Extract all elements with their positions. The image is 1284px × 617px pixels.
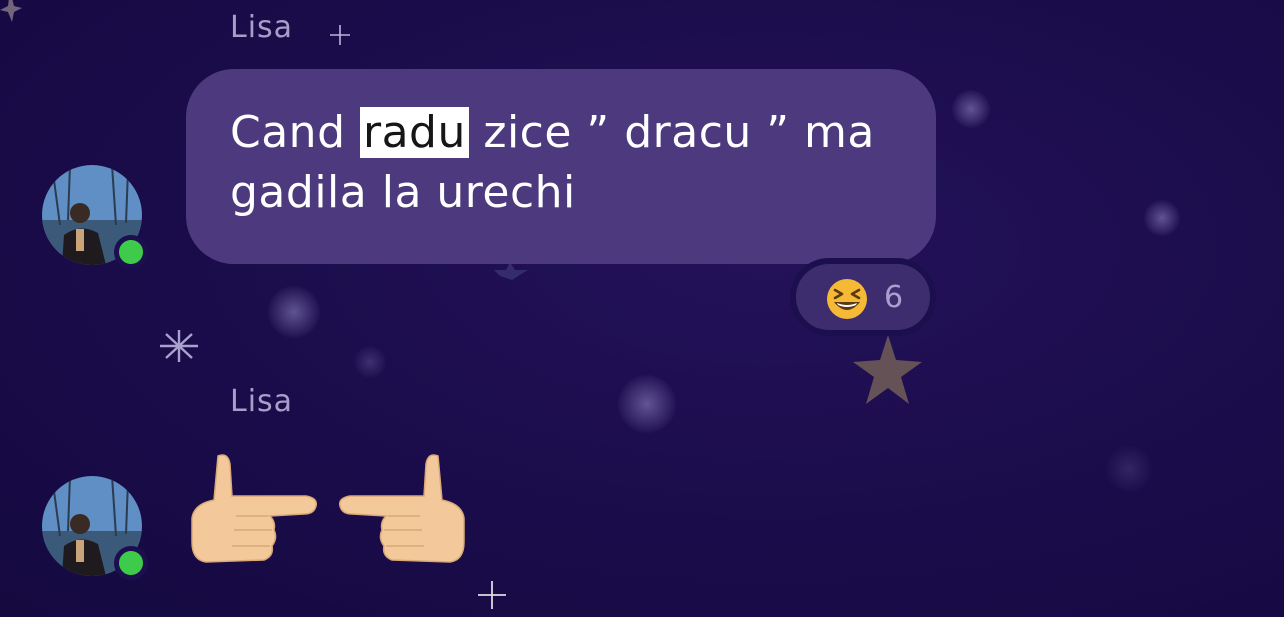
message-bubble[interactable]: Cand radu zice ” dracu ” ma gadila la ur… <box>186 69 936 264</box>
glow-decoration <box>1144 200 1180 236</box>
avatar[interactable] <box>42 476 148 580</box>
grinning-squinting-face-icon <box>827 279 867 319</box>
right-pointing-hand-icon <box>191 454 318 563</box>
sender-name[interactable]: Lisa <box>230 384 293 419</box>
sparkle-decoration <box>478 581 506 609</box>
reaction-pill[interactable]: 6 <box>790 258 936 336</box>
glow-decoration <box>268 286 320 338</box>
message-text: Cand <box>230 107 360 158</box>
online-status-indicator <box>114 235 148 269</box>
chat-screen: { "messages": [ { "sender": "Lisa", "tex… <box>0 0 1284 617</box>
online-status-indicator <box>114 546 148 580</box>
glow-decoration <box>952 90 990 128</box>
highlighted-text: radu <box>360 107 469 158</box>
sparkle-decoration <box>160 330 198 362</box>
star-decoration <box>0 0 22 22</box>
left-pointing-hand-icon <box>338 454 465 563</box>
star-decoration <box>494 262 528 280</box>
glow-decoration <box>1106 446 1152 492</box>
glow-decoration <box>618 375 676 433</box>
star-decoration <box>853 335 922 404</box>
glow-decoration <box>354 346 386 378</box>
sender-name[interactable]: Lisa <box>230 10 293 45</box>
avatar[interactable] <box>42 165 148 269</box>
sparkle-decoration <box>330 25 350 45</box>
pointing-fingers-emoji-message[interactable] <box>188 450 468 570</box>
reaction-count: 6 <box>884 280 904 315</box>
